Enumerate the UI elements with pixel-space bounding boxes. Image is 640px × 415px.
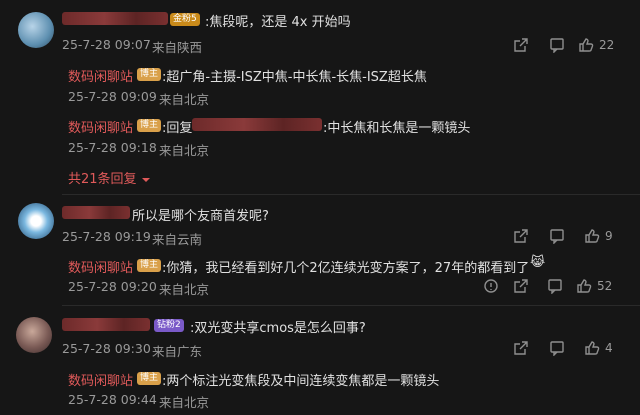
share-icon[interactable]	[513, 278, 529, 294]
comment-time: 25-7-28 09:07	[62, 37, 151, 52]
host-badge: 博主	[137, 259, 162, 272]
reply-text: :两个标注光变焦段及中间连续变焦都是一颗镜头	[162, 374, 440, 389]
like-count: 9	[605, 229, 613, 243]
reply-username[interactable]: 数码闲聊站	[68, 257, 133, 276]
redacted-username[interactable]	[62, 12, 168, 25]
comment-icon[interactable]	[549, 340, 565, 356]
reply-location: 来自北京	[159, 395, 210, 410]
thumbs-up-icon[interactable]	[584, 228, 600, 244]
host-badge: 博主	[137, 119, 162, 132]
comment-time: 25-7-28 09:30	[62, 341, 151, 356]
thumbs-up-icon[interactable]	[578, 37, 594, 53]
divider	[62, 194, 640, 195]
reply-time: 25-7-28 09:20	[68, 279, 157, 294]
comment-location: 来自云南	[152, 232, 203, 247]
host-badge: 博主	[137, 372, 162, 385]
avatar[interactable]	[18, 203, 54, 239]
reply-username[interactable]: 数码闲聊站	[68, 117, 133, 136]
reply-username[interactable]: 数码闲聊站	[68, 370, 133, 389]
reply-text: :你猜，我已经看到好几个2亿连续光变方案了，27年的都看到了	[162, 261, 530, 276]
reply-location: 来自北京	[159, 143, 210, 158]
reply-text-suffix: :中长焦和长焦是一颗镜头	[323, 121, 471, 136]
share-icon[interactable]	[513, 340, 529, 356]
like-count: 22	[599, 38, 615, 52]
emoji-icon: 😹	[530, 255, 546, 270]
like-count: 52	[597, 279, 613, 293]
redacted-mention[interactable]	[192, 118, 322, 131]
avatar[interactable]	[18, 12, 54, 48]
redacted-username[interactable]	[62, 206, 130, 219]
comment-icon[interactable]	[549, 228, 565, 244]
reply-time: 25-7-28 09:09	[68, 89, 157, 104]
reply-location: 来自北京	[159, 92, 210, 107]
reply-username[interactable]: 数码闲聊站	[68, 66, 133, 85]
reply-time: 25-7-28 09:44	[68, 392, 157, 407]
info-icon[interactable]	[483, 278, 499, 294]
chevron-down-icon	[141, 177, 150, 182]
share-icon[interactable]	[513, 228, 529, 244]
fan-badge: 金粉5	[170, 13, 200, 26]
redacted-username[interactable]	[62, 318, 150, 331]
more-replies-link[interactable]: 共21条回复	[68, 168, 151, 187]
reply-time: 25-7-28 09:18	[68, 140, 157, 155]
comment-text: :焦段呢，还是 4x 开始吗	[205, 15, 351, 30]
thumbs-up-icon[interactable]	[584, 340, 600, 356]
host-badge: 博主	[137, 68, 162, 81]
reply-text-prefix: :回复	[162, 121, 193, 136]
comment-icon[interactable]	[549, 37, 565, 53]
share-icon[interactable]	[513, 37, 529, 53]
comment-time: 25-7-28 09:19	[62, 229, 151, 244]
comment-icon[interactable]	[547, 278, 563, 294]
like-count: 4	[605, 341, 613, 355]
comment-location: 来自广东	[152, 344, 203, 359]
comment-text: 所以是哪个友商首发呢?	[132, 209, 269, 224]
comment-location: 来自陕西	[152, 40, 203, 55]
comment-text: :双光变共享cmos是怎么回事?	[190, 321, 366, 336]
thumbs-up-icon[interactable]	[576, 278, 592, 294]
reply-location: 来自北京	[159, 282, 210, 297]
fan-badge: 钻粉2	[154, 319, 184, 332]
divider	[62, 305, 640, 306]
reply-text: :超广角-主摄-ISZ中焦-中长焦-长焦-ISZ超长焦	[162, 70, 427, 85]
avatar[interactable]	[16, 317, 52, 353]
